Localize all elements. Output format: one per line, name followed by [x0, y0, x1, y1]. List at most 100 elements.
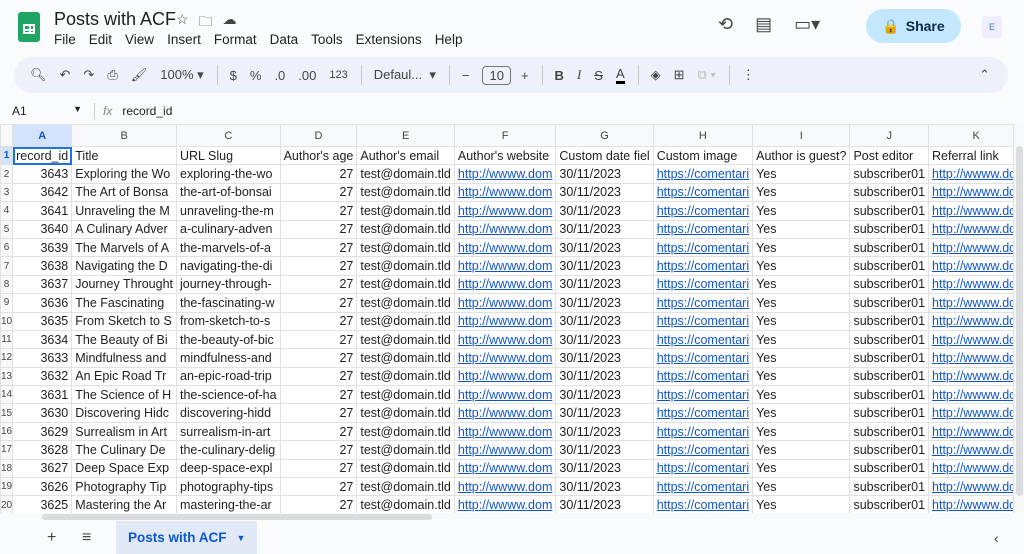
column-header-a[interactable]: A	[12, 124, 73, 147]
cell[interactable]: http://wwww.dor	[928, 477, 1013, 497]
cell[interactable]: subscriber01	[849, 164, 930, 184]
cell[interactable]: https://comentari	[652, 311, 754, 331]
cell[interactable]: http://wwww.dor	[928, 440, 1013, 460]
cell[interactable]: The Science of H	[71, 385, 177, 405]
cell[interactable]: subscriber01	[849, 458, 930, 479]
cell[interactable]: http://wwww.dor	[928, 348, 1013, 368]
cell[interactable]: 30/11/2023	[555, 201, 654, 221]
history-icon[interactable]: ⟲	[718, 14, 733, 35]
cell[interactable]: A Culinary Adver	[71, 219, 177, 239]
cell[interactable]: http://wwww.dom	[453, 366, 557, 387]
cell[interactable]: http://wwww.dom	[453, 311, 557, 331]
zoom-select[interactable]: 100% ▾	[160, 67, 203, 83]
cell[interactable]: 3627	[12, 458, 73, 479]
cell[interactable]: subscriber01	[849, 348, 930, 368]
cell[interactable]: test@domain.tld	[356, 274, 455, 295]
cell[interactable]: unraveling-the-m	[176, 201, 281, 221]
cell[interactable]: https://comentari	[652, 293, 754, 313]
increase-decimal-button[interactable]: .00	[298, 68, 316, 83]
bold-button[interactable]: B	[555, 68, 564, 83]
scroll-left-icon[interactable]: ‹	[994, 530, 999, 546]
fill-color-icon[interactable]: ◈	[651, 67, 661, 83]
cell[interactable]: http://wwww.dom	[453, 293, 557, 313]
cell[interactable]: 30/11/2023	[555, 458, 654, 479]
cell[interactable]: subscriber01	[849, 385, 930, 405]
row-header[interactable]: 20	[0, 495, 14, 513]
cell[interactable]: 30/11/2023	[555, 237, 654, 258]
number-format-button[interactable]: 123	[329, 69, 347, 81]
menu-file[interactable]: File	[54, 32, 82, 47]
cell[interactable]: https://comentari	[652, 201, 754, 221]
cell[interactable]: 30/11/2023	[555, 329, 654, 350]
row-header[interactable]: 11	[0, 329, 14, 350]
cell[interactable]: https://comentari	[652, 348, 754, 368]
cell[interactable]: http://wwww.dor	[928, 293, 1013, 313]
cell[interactable]: 3630	[12, 403, 73, 423]
cell[interactable]: Yes	[752, 274, 851, 295]
cell[interactable]: test@domain.tld	[356, 329, 455, 350]
add-sheet-icon[interactable]: +	[47, 529, 56, 547]
cell[interactable]: http://wwww.dor	[928, 495, 1013, 513]
cell[interactable]: Yes	[752, 440, 851, 460]
cell[interactable]: 3640	[12, 219, 73, 239]
cell[interactable]: mindfulness-and	[176, 348, 281, 368]
menu-help[interactable]: Help	[435, 32, 469, 47]
cell[interactable]: Deep Space Exp	[71, 458, 177, 479]
cell[interactable]: Yes	[752, 477, 851, 497]
cell[interactable]: Yes	[752, 182, 851, 203]
cell[interactable]: 30/11/2023	[555, 256, 654, 276]
menu-extensions[interactable]: Extensions	[356, 32, 428, 47]
row-header[interactable]: 5	[0, 219, 14, 239]
cell[interactable]: http://wwww.dom	[453, 237, 557, 258]
cell[interactable]: subscriber01	[849, 477, 930, 497]
search-menus-icon[interactable]: 🔍︎	[30, 67, 47, 83]
cell[interactable]: 27	[279, 237, 358, 258]
cell[interactable]: 3631	[12, 385, 73, 405]
header-cell[interactable]: URL Slug	[176, 145, 281, 166]
cell[interactable]: https://comentari	[652, 385, 754, 405]
header-cell[interactable]: Author's email	[356, 145, 455, 166]
cell[interactable]: 27	[279, 274, 358, 295]
menu-view[interactable]: View	[125, 32, 160, 47]
cell[interactable]: subscriber01	[849, 256, 930, 276]
cell[interactable]: 30/11/2023	[555, 293, 654, 313]
cell[interactable]: http://wwww.dom	[453, 164, 557, 184]
cell[interactable]: 27	[279, 495, 358, 513]
cell[interactable]: subscriber01	[849, 219, 930, 239]
cell[interactable]: journey-through-	[176, 274, 281, 295]
sheets-logo-icon[interactable]	[18, 12, 40, 42]
cell[interactable]: 27	[279, 219, 358, 239]
column-header-c[interactable]: C	[176, 124, 281, 147]
cell[interactable]: subscriber01	[849, 495, 930, 513]
cell[interactable]: 30/11/2023	[555, 348, 654, 368]
cell[interactable]: the-marvels-of-a	[176, 237, 281, 258]
cell[interactable]: mastering-the-ar	[176, 495, 281, 513]
cell[interactable]: http://wwww.dom	[453, 329, 557, 350]
cell[interactable]: http://wwww.dom	[453, 274, 557, 295]
cell[interactable]: Yes	[752, 403, 851, 423]
cell[interactable]: Yes	[752, 219, 851, 239]
currency-button[interactable]: $	[230, 68, 237, 83]
cell[interactable]: 3629	[12, 421, 73, 442]
cell[interactable]: 27	[279, 293, 358, 313]
cell[interactable]: https://comentari	[652, 440, 754, 460]
cell[interactable]: http://wwww.dom	[453, 403, 557, 423]
formula-input[interactable]: record_id	[122, 104, 172, 118]
header-cell[interactable]: Author's age	[279, 145, 358, 166]
font-size-input[interactable]: 10	[482, 65, 511, 85]
borders-icon[interactable]: ⊞	[674, 67, 685, 83]
select-all-corner[interactable]	[0, 124, 14, 147]
row-header[interactable]: 3	[0, 182, 14, 203]
row-header[interactable]: 9	[0, 293, 14, 313]
menu-data[interactable]: Data	[270, 32, 305, 47]
cell[interactable]: subscriber01	[849, 403, 930, 423]
cell[interactable]: https://comentari	[652, 403, 754, 423]
cell[interactable]: the-beauty-of-bic	[176, 329, 281, 350]
cell[interactable]: https://comentari	[652, 164, 754, 184]
cell[interactable]: https://comentari	[652, 274, 754, 295]
column-header-f[interactable]: F	[453, 124, 557, 147]
undo-icon[interactable]: ↶	[60, 67, 71, 83]
cell[interactable]: subscriber01	[849, 311, 930, 331]
cell[interactable]: 3636	[12, 293, 73, 313]
cell[interactable]: 30/11/2023	[555, 219, 654, 239]
